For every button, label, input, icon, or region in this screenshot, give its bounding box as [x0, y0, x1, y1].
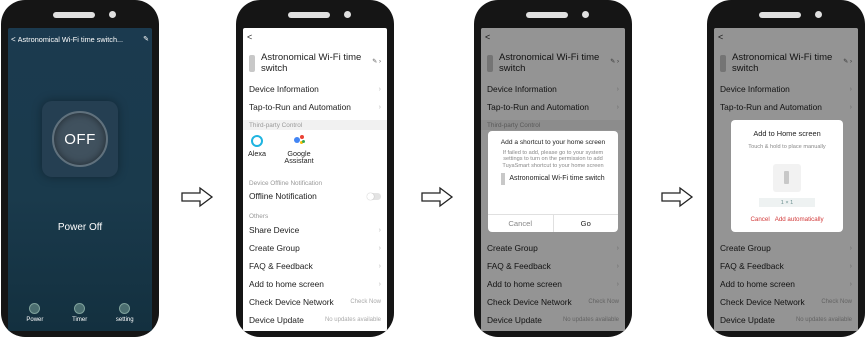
device-information-row[interactable]: Device Information ›	[243, 80, 387, 98]
third-party-section-header: Third-party Control	[243, 120, 387, 130]
add-automatically-button[interactable]: Add automatically	[775, 216, 824, 223]
phone-3: < Astronomical Wi-Fi time switch ✎ › Dev…	[474, 0, 632, 337]
power-state-label: OFF	[64, 131, 96, 148]
device-icon	[249, 55, 255, 72]
row-label: Device Information	[249, 84, 319, 94]
tap-to-run-row[interactable]: Tap-to-Run and Automation ›	[243, 98, 387, 116]
shortcut-dialog: Add a shortcut to your home screen If fa…	[488, 131, 618, 232]
front-camera	[815, 11, 822, 18]
tab-timer-label: Timer	[72, 317, 88, 323]
front-camera	[344, 11, 351, 18]
cancel-button[interactable]: Cancel	[750, 216, 769, 223]
create-group-row[interactable]: Create Group ›	[243, 239, 387, 257]
offline-notification-row: Offline Notification	[243, 187, 387, 205]
back-icon[interactable]: <	[11, 35, 16, 44]
add-to-home-dialog: Add to Home screen Touch & hold to place…	[731, 120, 843, 232]
phone-2: < Astronomical Wi-Fi time switch ✎ › Dev…	[236, 0, 394, 337]
power-status-text: Power Off	[57, 222, 103, 233]
settings-screen-with-home-dialog: < Astronomical Wi-Fi time switch ✎ › Dev…	[714, 28, 858, 331]
arrow-icon	[661, 186, 694, 208]
row-label: Create Group	[249, 243, 300, 253]
settings-screen: < Astronomical Wi-Fi time switch ✎ › Dev…	[243, 28, 387, 331]
device-header[interactable]: Astronomical Wi-Fi time switch ✎ ›	[249, 52, 381, 76]
back-icon[interactable]: <	[247, 32, 252, 42]
timer-icon	[74, 303, 86, 314]
device-icon	[501, 173, 506, 186]
alexa-item[interactable]: Alexa	[248, 135, 266, 157]
chevron-right-icon: ›	[378, 103, 381, 111]
dialog-description: If failed to add, please go to your syst…	[502, 150, 604, 169]
row-label: Share Device	[249, 225, 300, 235]
device-title: Astronomical Wi-Fi time switch...	[17, 34, 124, 44]
cancel-button[interactable]: Cancel	[488, 215, 554, 232]
edit-icon[interactable]: ✎	[143, 35, 149, 43]
arrow-icon	[181, 186, 214, 208]
chevron-right-icon: ›	[378, 244, 381, 252]
check-network-row[interactable]: Check Device Network Check Now	[243, 293, 387, 311]
alexa-icon	[250, 135, 263, 147]
speaker-grille	[53, 12, 95, 18]
dialog-title: Add to Home screen	[753, 129, 821, 138]
edit-icon[interactable]: ✎ ›	[372, 58, 381, 65]
offline-notification-toggle[interactable]	[367, 192, 381, 200]
power-toggle-button[interactable]: OFF	[52, 111, 108, 167]
shortcut-device-name: Astronomical Wi-Fi time switch	[509, 175, 605, 183]
settings-screen-with-dialog: < Astronomical Wi-Fi time switch ✎ › Dev…	[481, 28, 625, 331]
chevron-right-icon: ›	[378, 280, 381, 288]
shortcut-device: Astronomical Wi-Fi time switch	[488, 173, 618, 186]
row-label: Offline Notification	[249, 191, 317, 201]
check-now-link[interactable]: Check Now	[350, 299, 381, 305]
phone-1: < Astronomical Wi-Fi time switch... ✎ OF…	[1, 0, 159, 337]
dialog-buttons: Cancel Go	[488, 214, 618, 232]
google-assistant-icon	[293, 135, 306, 147]
device-name: Astronomical Wi-Fi time switch	[261, 52, 362, 74]
device-control-screen: < Astronomical Wi-Fi time switch... ✎ OF…	[8, 28, 152, 331]
tab-setting[interactable]: setting	[116, 303, 134, 323]
tab-power[interactable]: Power	[26, 303, 43, 323]
update-status: No updates available	[324, 317, 381, 323]
dialog-actions: Cancel Add automatically	[731, 216, 843, 223]
speaker-grille	[526, 12, 568, 18]
go-button[interactable]: Go	[554, 215, 619, 232]
bottom-tab-bar: Power Timer setting	[8, 295, 152, 331]
share-device-row[interactable]: Share Device ›	[243, 221, 387, 239]
google-assistant-label: Google Assistant	[284, 149, 314, 165]
faq-feedback-row[interactable]: FAQ & Feedback ›	[243, 257, 387, 275]
settings-icon	[119, 303, 131, 314]
tab-timer[interactable]: Timer	[72, 303, 87, 323]
power-panel: OFF	[42, 101, 118, 177]
arrow-icon	[421, 186, 454, 208]
tab-setting-label: setting	[115, 317, 134, 323]
widget-preview[interactable]	[773, 164, 801, 192]
row-label: Add to home screen	[249, 279, 324, 289]
top-bar: < Astronomical Wi-Fi time switch... ✎	[11, 32, 149, 46]
device-icon	[784, 171, 789, 184]
alexa-label: Alexa	[248, 149, 266, 158]
dialog-title: Add a shortcut to your home screen	[500, 139, 606, 146]
widget-size-label: 1 × 1	[759, 198, 815, 207]
row-label: Device Update	[249, 315, 304, 325]
phone-4: < Astronomical Wi-Fi time switch ✎ › Dev…	[707, 0, 865, 337]
dialog-hint: Touch & hold to place manually	[748, 144, 826, 150]
chevron-right-icon: ›	[378, 262, 381, 270]
row-label: Tap-to-Run and Automation	[249, 102, 351, 112]
speaker-grille	[288, 12, 330, 18]
device-update-row[interactable]: Device Update No updates available	[243, 311, 387, 329]
google-assistant-item[interactable]: Google Assistant	[279, 135, 319, 164]
others-section-header: Others	[243, 211, 387, 221]
speaker-grille	[759, 12, 801, 18]
row-label: FAQ & Feedback	[249, 261, 313, 271]
add-home-screen-row[interactable]: Add to home screen ›	[243, 275, 387, 293]
power-icon	[29, 303, 41, 314]
chevron-right-icon: ›	[378, 226, 381, 234]
tab-power-label: Power	[26, 317, 44, 323]
front-camera	[582, 11, 589, 18]
chevron-right-icon: ›	[378, 85, 381, 93]
front-camera	[109, 11, 116, 18]
row-label: Check Device Network	[249, 297, 334, 307]
